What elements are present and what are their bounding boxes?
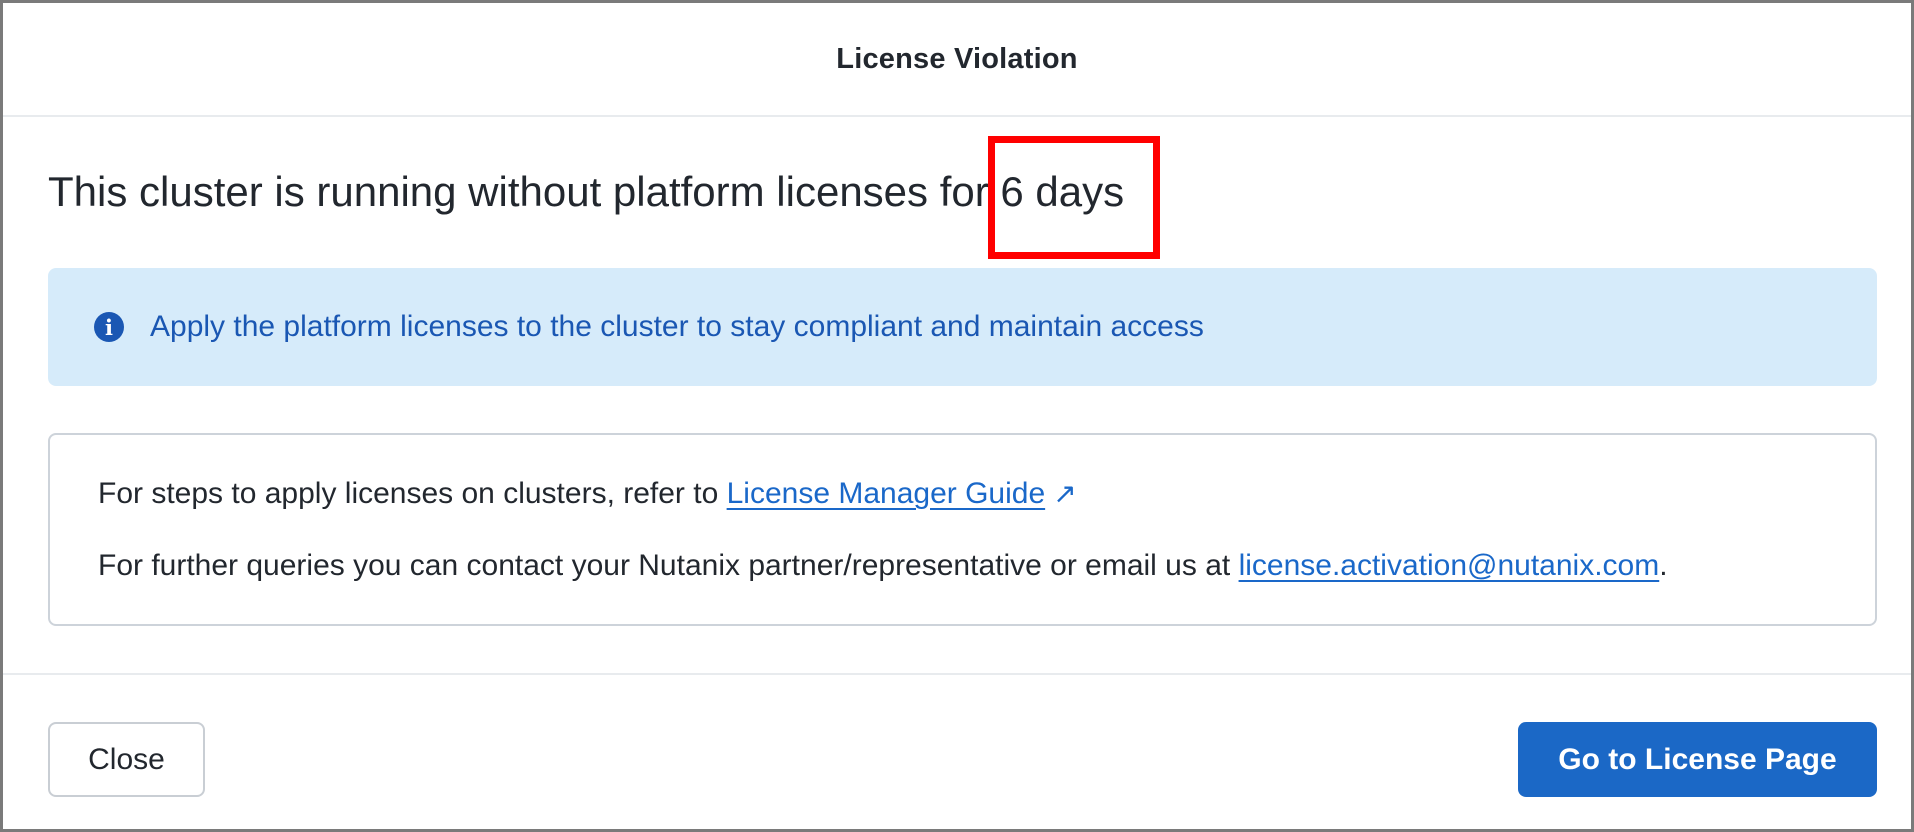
- license-violation-dialog: License Violation This cluster is runnin…: [0, 0, 1914, 832]
- guide-line-contact: For further queries you can contact your…: [98, 549, 1668, 583]
- dialog-header: License Violation: [3, 3, 1911, 117]
- guide-line-steps-text: For steps to apply licenses on clusters,…: [98, 477, 727, 510]
- license-manager-guide-link[interactable]: License Manager Guide: [727, 477, 1046, 510]
- guide-line-contact-suffix: .: [1659, 549, 1668, 582]
- email-link[interactable]: license.activation@nutanix.com: [1239, 549, 1660, 582]
- info-icon: i: [94, 312, 124, 342]
- go-to-license-page-button[interactable]: Go to License Page: [1518, 722, 1877, 797]
- info-banner: i Apply the platform licenses to the clu…: [48, 268, 1877, 386]
- footer-divider: [3, 673, 1911, 675]
- close-button[interactable]: Close: [48, 722, 205, 797]
- dialog-title: License Violation: [836, 42, 1078, 75]
- guide-line-steps: For steps to apply licenses on clusters,…: [98, 477, 1077, 511]
- info-banner-text: Apply the platform licenses to the clust…: [150, 310, 1204, 343]
- days-highlight-box: [988, 136, 1160, 259]
- violation-headline: This cluster is running without platform…: [48, 168, 1124, 216]
- guide-line-contact-text: For further queries you can contact your…: [98, 549, 1239, 582]
- external-link-icon[interactable]: ↗: [1053, 477, 1076, 510]
- headline-prefix: This cluster is running without platform…: [48, 168, 1001, 215]
- guide-box: For steps to apply licenses on clusters,…: [48, 433, 1877, 626]
